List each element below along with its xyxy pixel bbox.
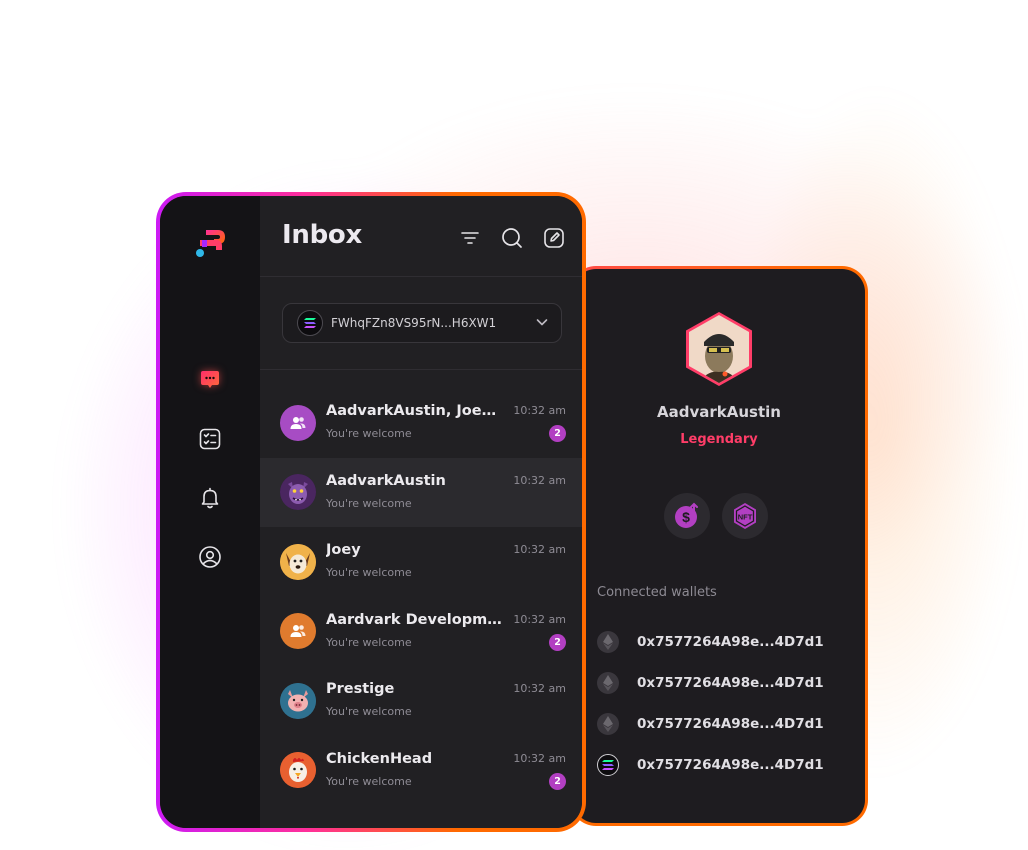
wallet-row[interactable]: 0x7577264A98e...4D7d1 bbox=[597, 662, 824, 703]
solana-icon bbox=[297, 310, 323, 336]
wallet-row[interactable]: 0x7577264A98e...4D7d1 bbox=[597, 703, 824, 744]
profile-avatar bbox=[685, 312, 753, 386]
page-title: Inbox bbox=[282, 220, 362, 250]
unread-badge: 2 bbox=[549, 633, 566, 651]
conversation-time: 10:32 am bbox=[513, 543, 566, 556]
svg-text:NFT: NFT bbox=[738, 513, 753, 522]
conversation-row[interactable]: Aardvark Development You're welcome 10:3… bbox=[260, 597, 582, 667]
wallet-address: 0x7577264A98e...4D7d1 bbox=[637, 674, 824, 691]
chevron-down-icon bbox=[535, 314, 549, 333]
conversation-name: Prestige bbox=[326, 681, 395, 697]
conversation-name: AadvarkAustin, Joey... bbox=[326, 403, 504, 419]
conversation-preview: You're welcome bbox=[326, 496, 412, 510]
profile-badges: $ NFT bbox=[664, 493, 768, 539]
conversation-time: 10:32 am bbox=[513, 404, 566, 417]
search-icon[interactable] bbox=[498, 224, 526, 252]
checklist-icon[interactable] bbox=[198, 427, 222, 451]
ethereum-icon bbox=[597, 671, 619, 694]
wallet-address: 0x7577264A98e...4D7d1 bbox=[637, 715, 824, 732]
wallet-selector-area: FWhqFZn8VS95rN...H6XW1 bbox=[260, 277, 582, 370]
compose-icon[interactable] bbox=[540, 224, 568, 252]
wallet-address: 0x7577264A98e...4D7d1 bbox=[637, 756, 824, 773]
profile-card: AadvarkAustin Legendary $ NFT Connected … bbox=[570, 266, 868, 826]
conversation-preview: You're welcome bbox=[326, 427, 412, 440]
pig-avatar bbox=[280, 682, 316, 719]
ethereum-icon bbox=[597, 630, 619, 653]
wallet-selector[interactable]: FWhqFZn8VS95rN...H6XW1 bbox=[282, 303, 562, 343]
inbox-card: Inbox FWhqFZn8VS95rN...H6XW1 AadvarkAust… bbox=[156, 192, 586, 832]
connected-wallets-title: Connected wallets bbox=[597, 585, 717, 600]
app-logo bbox=[192, 226, 228, 266]
unread-badge: 2 bbox=[549, 425, 566, 442]
unread-badge: 2 bbox=[549, 772, 566, 790]
conversation-preview: You're welcome bbox=[326, 774, 412, 788]
sidebar bbox=[160, 196, 260, 828]
dog-avatar bbox=[280, 543, 316, 580]
chat-icon[interactable] bbox=[198, 368, 222, 392]
nft-badge-icon[interactable]: NFT bbox=[722, 493, 768, 539]
solana-icon bbox=[597, 753, 619, 776]
profile-rank: Legendary bbox=[680, 432, 758, 447]
ethereum-icon bbox=[597, 712, 619, 735]
conversation-preview: You're welcome bbox=[326, 566, 412, 579]
chicken-avatar bbox=[280, 752, 316, 789]
dollar-badge-icon[interactable]: $ bbox=[664, 493, 710, 539]
connected-wallets-list: 0x7577264A98e...4D7d1 0x7577264A98e...4D… bbox=[597, 621, 824, 785]
group-avatar bbox=[280, 613, 316, 650]
group-avatar bbox=[280, 404, 316, 441]
wallet-selector-address: FWhqFZn8VS95rN...H6XW1 bbox=[331, 316, 497, 330]
conversation-time: 10:32 am bbox=[513, 682, 566, 695]
conversation-name: Aardvark Development bbox=[326, 611, 504, 628]
conversation-row[interactable]: AadvarkAustin, Joey... You're welcome 10… bbox=[260, 388, 582, 458]
profile-icon[interactable] bbox=[198, 545, 222, 569]
wallet-row[interactable]: 0x7577264A98e...4D7d1 bbox=[597, 621, 824, 662]
conversation-list: AadvarkAustin, Joey... You're welcome 10… bbox=[260, 388, 582, 805]
profile-name: AadvarkAustin bbox=[657, 403, 781, 421]
inbox-panel: Inbox FWhqFZn8VS95rN...H6XW1 AadvarkAust… bbox=[260, 196, 582, 828]
conversation-row[interactable]: Prestige You're welcome 10:32 am bbox=[260, 666, 582, 736]
conversation-time: 10:32 am bbox=[513, 473, 566, 487]
conversation-row[interactable]: AadvarkAustin You're welcome 10:32 am bbox=[260, 457, 582, 527]
bell-icon[interactable] bbox=[198, 486, 222, 510]
inbox-header: Inbox bbox=[260, 196, 582, 277]
conversation-name: Joey bbox=[326, 542, 361, 558]
svg-text:$: $ bbox=[682, 509, 690, 525]
conversation-preview: You're welcome bbox=[326, 635, 412, 649]
filter-icon[interactable] bbox=[456, 224, 484, 252]
conversation-time: 10:32 am bbox=[513, 751, 566, 765]
conversation-row[interactable]: Joey You're welcome 10:32 am bbox=[260, 527, 582, 597]
conversation-name: ChickenHead bbox=[326, 750, 433, 767]
conversation-row[interactable]: ChickenHead You're welcome 10:32 am 2 bbox=[260, 736, 582, 806]
wallet-row[interactable]: 0x7577264A98e...4D7d1 bbox=[597, 744, 824, 785]
conversation-time: 10:32 am bbox=[513, 612, 566, 626]
wallet-address: 0x7577264A98e...4D7d1 bbox=[637, 633, 824, 650]
conversation-preview: You're welcome bbox=[326, 705, 412, 718]
conversation-name: AadvarkAustin bbox=[326, 472, 446, 489]
monster-avatar bbox=[280, 474, 316, 511]
